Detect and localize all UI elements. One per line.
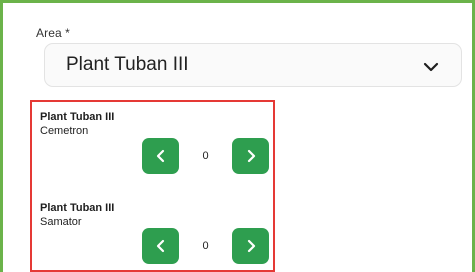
increment-button[interactable] [232,228,269,264]
chevron-left-icon [156,149,164,163]
area-select-value: Plant Tuban III [66,54,189,75]
chevron-down-icon[interactable] [421,57,441,77]
increment-button[interactable] [232,138,269,174]
quantity-stepper: 0 [142,138,269,174]
area-select[interactable]: Plant Tuban III [44,43,462,87]
chevron-right-icon [247,239,255,253]
decrement-button[interactable] [142,138,179,174]
form-panel: Area * Plant Tuban III Plant Tuban III C… [0,0,475,272]
decrement-button[interactable] [142,228,179,264]
item-subtitle: Cemetron [40,125,89,137]
quantity-stepper: 0 [142,228,269,264]
item-title: Plant Tuban III [40,111,115,123]
chevron-left-icon [156,239,164,253]
items-highlight-box: Plant Tuban III Cemetron 0 Plant Tuban I… [30,100,275,272]
quantity-value[interactable]: 0 [179,228,232,264]
item-title: Plant Tuban III [40,202,115,214]
chevron-right-icon [247,149,255,163]
area-label: Area * [36,26,70,40]
quantity-value[interactable]: 0 [179,138,232,174]
item-subtitle: Samator [40,216,82,228]
